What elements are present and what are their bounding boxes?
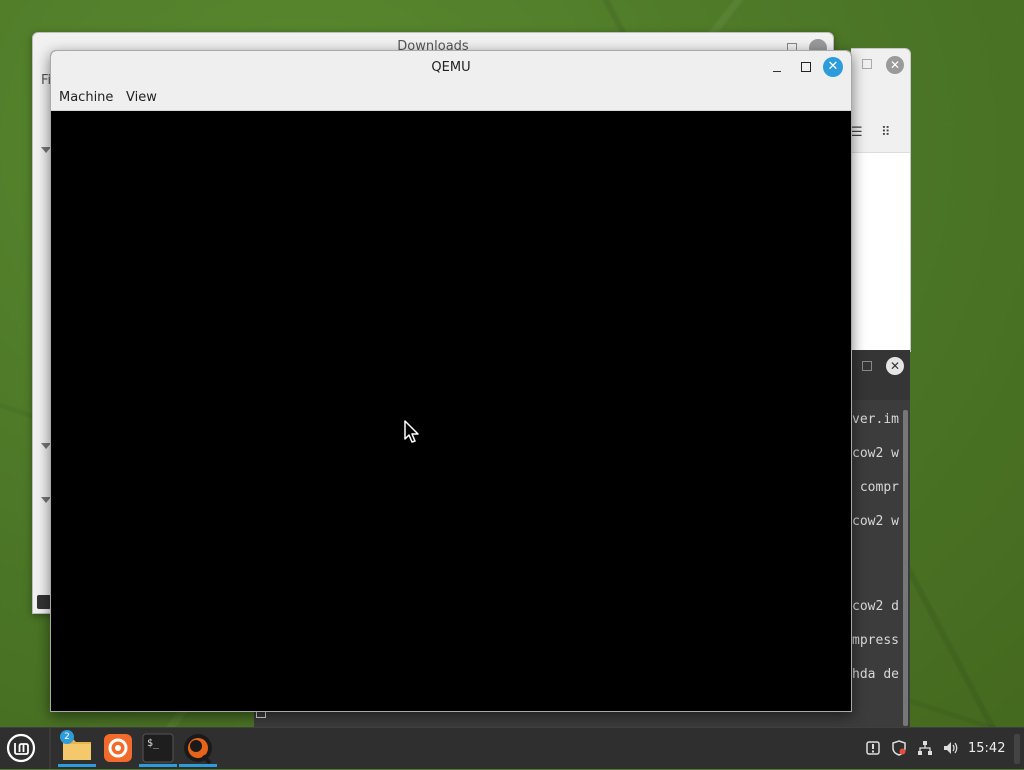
taskbar-files[interactable]: 2 [58,730,96,767]
qemu-titlebar[interactable]: QEMU ✕ [51,51,851,85]
taskbar-qemu[interactable] [179,730,217,767]
shield-icon[interactable] [891,740,907,756]
terminal-icon: $_ [142,733,174,763]
mouse-pointer-icon [404,420,419,443]
active-indicator [139,764,177,767]
close-button[interactable]: ✕ [886,357,904,375]
terminal-line: cow2 w [852,446,899,461]
terminal-small-icon[interactable] [37,595,51,609]
terminal-line: mpress [852,633,899,648]
terminal-line: ver.im [852,412,899,427]
taskbar: 2 $_ 15:42 [0,727,1024,769]
terminal-icon-text: $_ [147,738,160,749]
maximize-button[interactable] [801,62,811,72]
volume-icon[interactable] [942,740,960,756]
terminal-window-bottom [254,710,851,728]
menu-view[interactable]: View [126,90,157,105]
window-content [851,152,910,351]
network-icon[interactable] [917,740,933,756]
clock[interactable]: 15:42 [968,741,1005,756]
qemu-icon [184,734,212,765]
list-view-icon[interactable]: ☰ [851,125,863,140]
secondary-window[interactable]: ✕ ☰ ⠿ [851,48,911,352]
show-desktop-button[interactable] [1014,734,1020,764]
update-manager-icon[interactable] [865,740,881,756]
notification-badge: 2 [60,730,74,744]
terminal-window[interactable]: ✕ ver.im cow2 w compr cow2 w cow2 d mpre… [851,350,910,728]
terminal-line: cow2 w [852,514,899,529]
grid-view-icon[interactable]: ⠿ [881,125,891,140]
maximize-icon[interactable] [862,59,872,69]
vm-display[interactable] [51,111,851,711]
close-button[interactable]: ✕ [823,57,843,77]
qemu-window[interactable]: QEMU ✕ Machine View [50,50,852,712]
menu-bar: Machine View [51,85,851,111]
minimize-button[interactable] [773,59,783,75]
menu-machine[interactable]: Machine [59,90,113,105]
terminal-line: hda de [852,667,899,682]
close-button[interactable]: ✕ [886,56,904,74]
taskbar-firefox[interactable] [99,730,137,766]
taskbar-terminal[interactable]: $_ [139,730,177,767]
terminal-header: ✕ [851,350,910,400]
terminal-line: compr [852,480,899,495]
terminal-line: cow2 d [852,599,899,614]
taskbar-separator [49,728,51,769]
active-indicator [179,764,217,767]
maximize-icon[interactable] [862,361,872,371]
window-title: QEMU [431,60,471,75]
terminal-scrollbar[interactable] [903,410,908,726]
mint-menu-icon[interactable] [6,733,36,763]
firefox-icon [104,734,132,762]
active-indicator [58,764,96,767]
